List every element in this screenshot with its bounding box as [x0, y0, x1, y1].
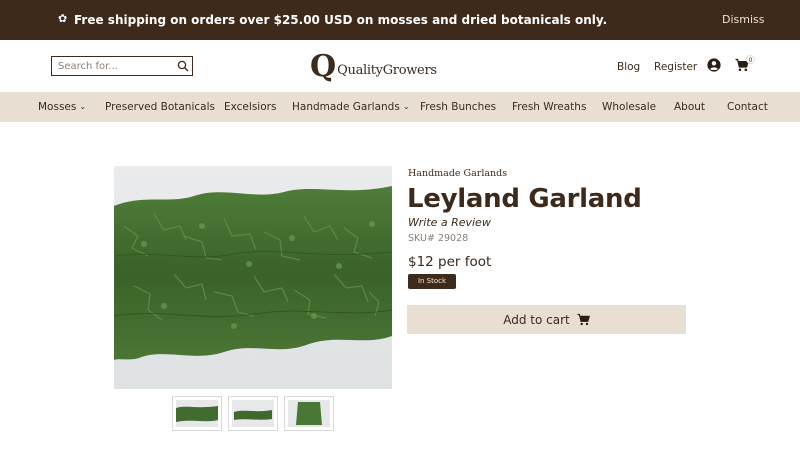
cart-icon [577, 313, 590, 326]
nav-wholesale[interactable]: Wholesale [602, 100, 656, 114]
user-icon[interactable] [707, 58, 721, 72]
nav-label: Mosses [38, 101, 77, 113]
add-to-cart-button[interactable]: Add to cart [407, 305, 686, 334]
announcement-message: Free shipping on orders over $25.00 USD … [74, 13, 608, 27]
breadcrumb[interactable]: Handmade Garlands [408, 168, 507, 180]
nav-mosses[interactable]: Mosses ⌄ [38, 100, 86, 115]
nav-preserved-botanicals[interactable]: Preserved Botanicals [105, 100, 215, 114]
chevron-down-icon: ⌄ [79, 102, 87, 111]
category-nav: Mosses ⌄ Preserved Botanicals Excelsiors … [0, 92, 800, 122]
product-title: Leyland Garland [407, 184, 642, 214]
chevron-down-icon: ⌄ [402, 102, 410, 111]
dismiss-button[interactable]: Dismiss [722, 13, 765, 27]
product-main-image[interactable] [114, 166, 392, 389]
register-link[interactable]: Register [654, 60, 697, 74]
nav-excelsiors[interactable]: Excelsiors [224, 100, 276, 114]
cart-count-badge: 0 [746, 55, 755, 64]
blog-link[interactable]: Blog [617, 60, 640, 74]
search-icon[interactable] [177, 60, 189, 72]
stock-badge: In Stock [408, 274, 456, 289]
garland-image [114, 166, 392, 389]
search-box [51, 56, 193, 76]
nav-fresh-bunches[interactable]: Fresh Bunches [420, 100, 496, 114]
thumbnail-garland-image [176, 400, 218, 427]
product-sku: SKU# 29028 [408, 233, 469, 244]
leaf-icon: ✿ [58, 12, 68, 25]
product-thumbnail-3[interactable] [284, 396, 334, 431]
search-input[interactable] [58, 59, 173, 73]
thumbnail-garland-image [232, 400, 274, 427]
add-to-cart-label: Add to cart [503, 312, 570, 327]
nav-handmade-garlands[interactable]: Handmade Garlands ⌄ [292, 100, 410, 115]
nav-contact[interactable]: Contact [727, 100, 768, 114]
nav-label: Handmade Garlands [292, 101, 400, 113]
product-price: $12 per foot [408, 254, 492, 270]
write-review-link[interactable]: Write a Review [408, 216, 491, 230]
announcement-bar: ✿ Free shipping on orders over $25.00 US… [0, 0, 800, 40]
nav-fresh-wreaths[interactable]: Fresh Wreaths [512, 100, 586, 114]
thumbnail-garland-image [288, 400, 330, 427]
site-logo[interactable]: Q QualityGrowers [310, 52, 437, 82]
product-thumbnail-2[interactable] [228, 396, 278, 431]
product-thumbnail-1[interactable] [172, 396, 222, 431]
logo-text: QualityGrowers [337, 62, 437, 78]
logo-mark: Q [310, 49, 337, 84]
nav-about[interactable]: About [674, 100, 705, 114]
site-header: Q QualityGrowers Blog Register 0 [0, 40, 800, 92]
